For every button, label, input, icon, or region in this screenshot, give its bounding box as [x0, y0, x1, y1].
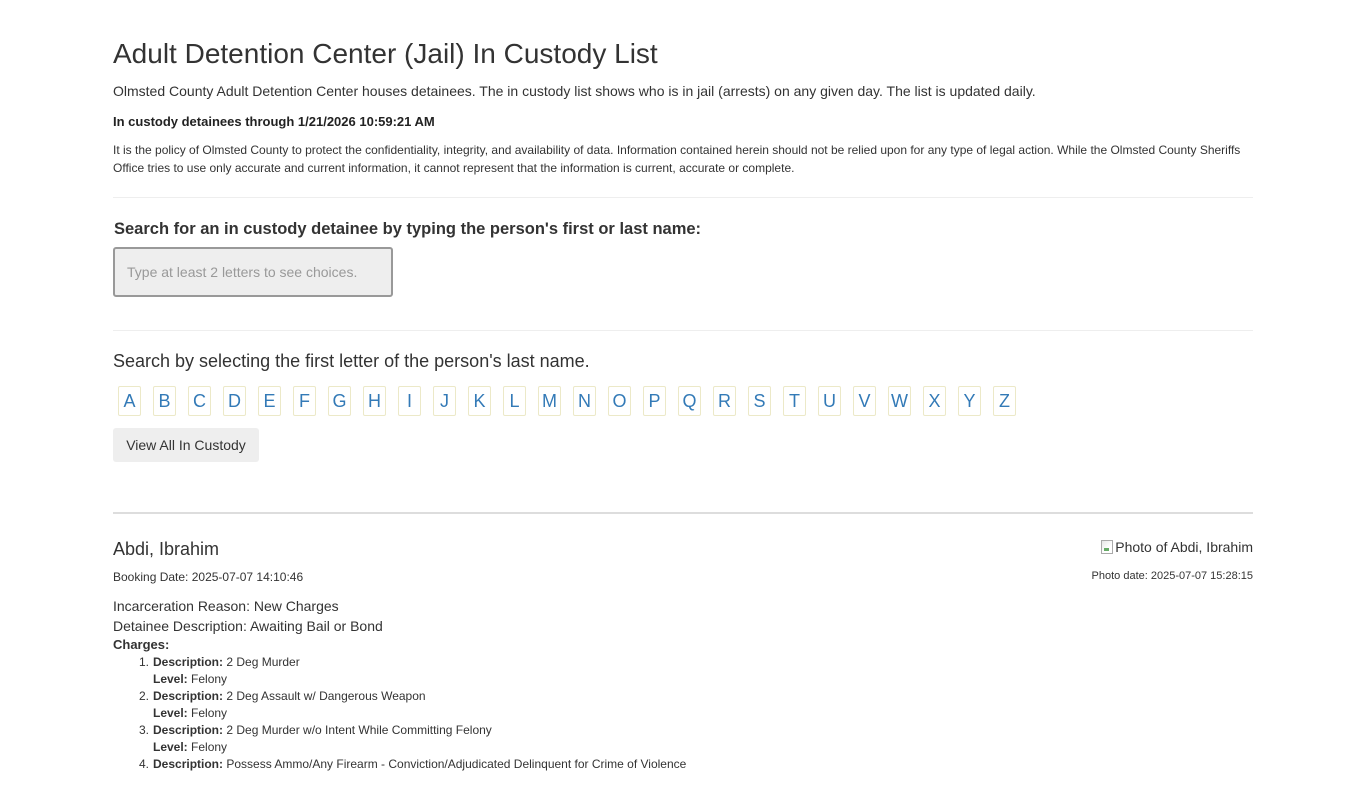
incarceration-reason: Incarceration Reason: New Charges — [113, 598, 339, 614]
charge-item: 4. Description: Possess Ammo/Any Firearm … — [113, 756, 686, 790]
charge-item: 1. Description: 2 Deg Murder Level: Felony — [113, 654, 686, 688]
charge-description: 2 Deg Murder — [223, 655, 300, 669]
charge-item: 2. Description: 2 Deg Assault w/ Dangerou… — [113, 688, 686, 722]
detainee-name[interactable]: Abdi, Ibrahim — [113, 539, 219, 560]
letter-link-q[interactable]: Q — [678, 386, 701, 416]
charge-description-line: Description: Possess Ammo/Any Firearm - … — [153, 756, 686, 773]
charge-item: 3. Description: 2 Deg Murder w/o Intent W… — [113, 722, 686, 756]
policy-disclaimer: It is the policy of Olmsted County to pr… — [113, 143, 1241, 175]
booking-date: Booking Date: 2025-07-07 14:10:46 — [113, 570, 304, 584]
charge-description: Possess Ammo/Any Firearm - Conviction/Ad… — [223, 757, 687, 771]
charge-number: 1. — [139, 655, 150, 669]
divider — [113, 330, 1253, 331]
detainee-photo: Photo of Abdi, Ibrahim — [1101, 539, 1253, 555]
letter-link-w[interactable]: W — [888, 386, 911, 416]
letter-link-y[interactable]: Y — [958, 386, 981, 416]
letter-link-k[interactable]: K — [468, 386, 491, 416]
charges-list: 1. Description: 2 Deg Murder Level: Felony… — [113, 654, 686, 790]
broken-image-icon — [1101, 540, 1114, 554]
level-label: Level: — [153, 706, 188, 720]
charge-level-line: Level: Felony — [153, 705, 686, 722]
intro-text: Olmsted County Adult Detention Center ho… — [113, 83, 1036, 99]
detainee-description: Detainee Description: Awaiting Bail or B… — [113, 618, 383, 634]
photo-alt-text: Photo of Abdi, Ibrahim — [1115, 539, 1253, 555]
charge-level-line: Level: Felony — [153, 671, 686, 688]
charge-description: 2 Deg Murder w/o Intent While Committing… — [223, 723, 492, 737]
letter-link-r[interactable]: R — [713, 386, 736, 416]
description-label: Description: — [153, 757, 224, 771]
divider — [113, 197, 1253, 198]
letter-link-o[interactable]: O — [608, 386, 631, 416]
letter-link-l[interactable]: L — [503, 386, 526, 416]
letter-link-p[interactable]: P — [643, 386, 666, 416]
description-label: Description: — [153, 723, 224, 737]
charge-number: 2. — [139, 689, 150, 703]
letter-link-x[interactable]: X — [923, 386, 946, 416]
letter-link-u[interactable]: U — [818, 386, 841, 416]
letter-link-v[interactable]: V — [853, 386, 876, 416]
letter-link-j[interactable]: J — [433, 386, 456, 416]
level-label: Level: — [153, 672, 188, 686]
letter-link-b[interactable]: B — [153, 386, 176, 416]
name-search-label: Search for an in custody detainee by typ… — [114, 220, 702, 238]
description-label: Description: — [153, 655, 224, 669]
letter-link-d[interactable]: D — [223, 386, 246, 416]
description-label: Description: — [153, 689, 224, 703]
charge-level: Felony — [187, 672, 228, 686]
divider — [113, 512, 1253, 514]
view-all-button[interactable]: View All In Custody — [113, 428, 259, 462]
charge-number: 4. — [139, 757, 150, 771]
custody-through-date: In custody detainees through 1/21/2026 1… — [113, 114, 435, 129]
charge-number: 3. — [139, 723, 150, 737]
letter-link-f[interactable]: F — [293, 386, 316, 416]
letter-link-a[interactable]: A — [118, 386, 141, 416]
letter-link-h[interactable]: H — [363, 386, 386, 416]
charge-level: Felony — [187, 706, 228, 720]
level-label: Level: — [153, 740, 188, 754]
charges-label: Charges: — [113, 637, 170, 652]
letter-link-z[interactable]: Z — [993, 386, 1016, 416]
letter-link-s[interactable]: S — [748, 386, 771, 416]
charge-level-line: Level: Felony — [153, 739, 686, 756]
letter-link-t[interactable]: T — [783, 386, 806, 416]
page-title: Adult Detention Center (Jail) In Custody… — [113, 38, 658, 69]
letter-link-n[interactable]: N — [573, 386, 596, 416]
letter-link-i[interactable]: I — [398, 386, 421, 416]
charge-description-line: Description: 2 Deg Murder w/o Intent Whi… — [153, 722, 686, 739]
letter-search-label: Search by selecting the first letter of … — [113, 351, 590, 371]
name-search-input[interactable] — [113, 247, 393, 297]
charge-description-line: Description: 2 Deg Murder — [153, 654, 686, 671]
charge-description-line: Description: 2 Deg Assault w/ Dangerous … — [153, 688, 686, 705]
letter-link-m[interactable]: M — [538, 386, 561, 416]
letter-link-e[interactable]: E — [258, 386, 281, 416]
letter-link-g[interactable]: G — [328, 386, 351, 416]
photo-date: Photo date: 2025-07-07 15:28:15 — [1091, 570, 1253, 582]
charge-description: 2 Deg Assault w/ Dangerous Weapon — [223, 689, 426, 703]
charge-level: Felony — [187, 740, 228, 754]
letter-link-c[interactable]: C — [188, 386, 211, 416]
